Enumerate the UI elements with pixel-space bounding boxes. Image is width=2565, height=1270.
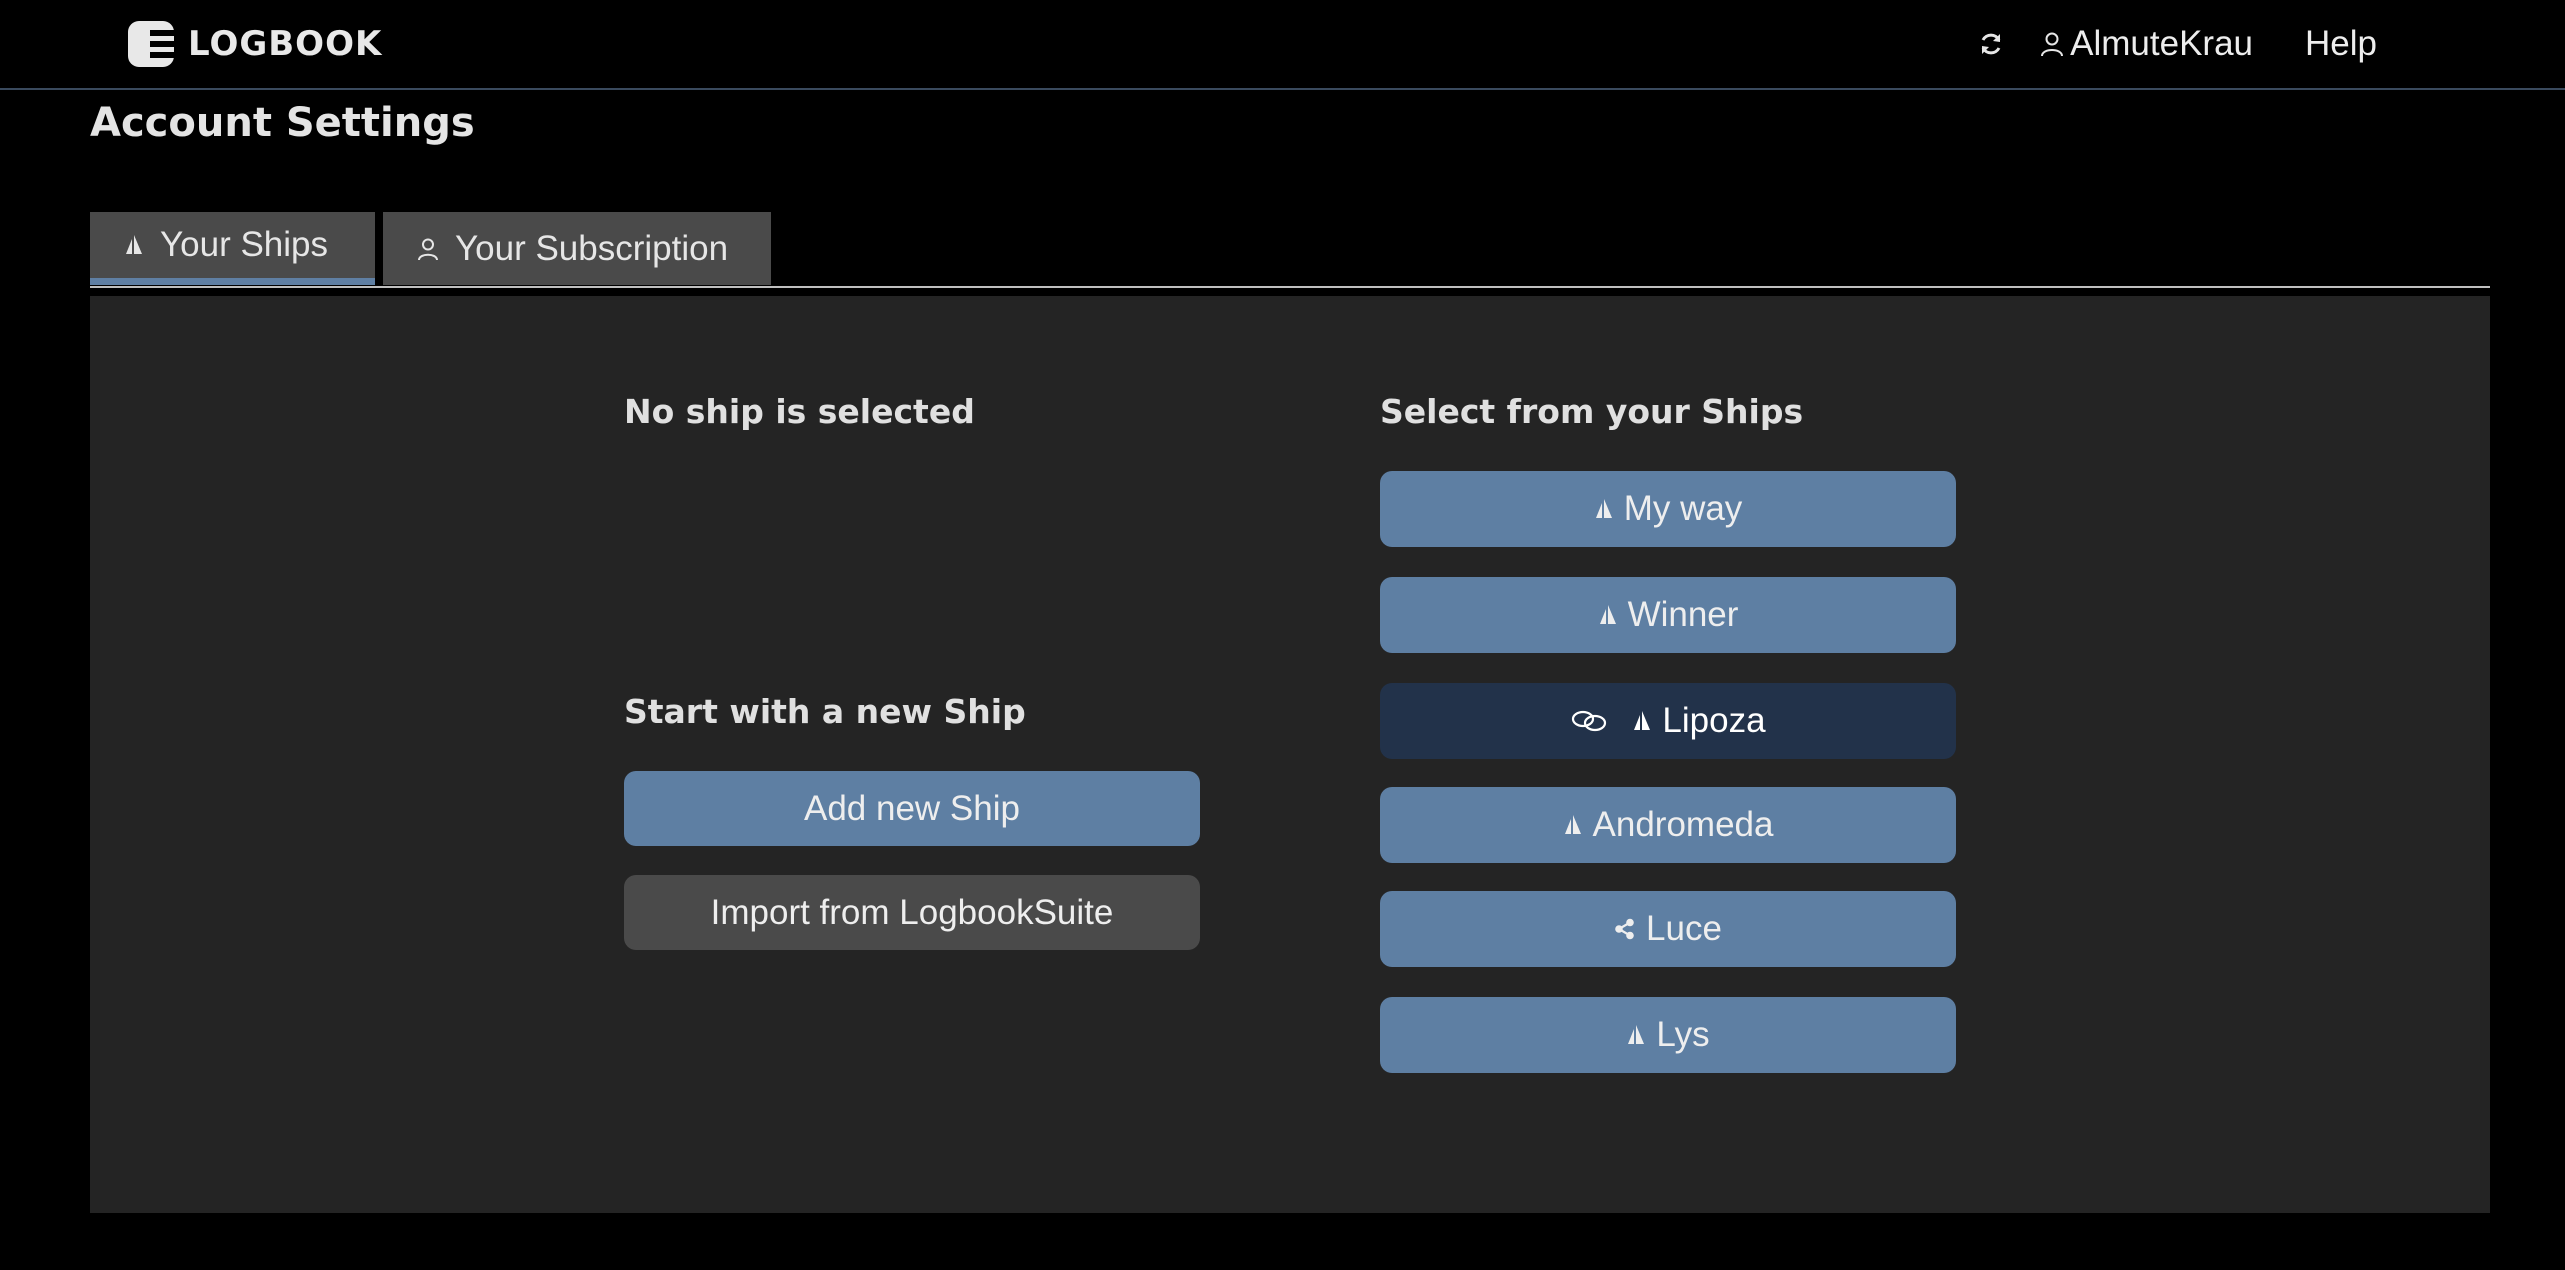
tab-your-subscription[interactable]: Your Subscription: [383, 212, 771, 285]
settings-tabs: Your Ships Your Subscription: [90, 212, 2490, 288]
add-new-ship-button[interactable]: Add new Ship: [624, 771, 1200, 846]
refresh-button[interactable]: [1974, 27, 2008, 61]
ship-name: Lipoza: [1662, 701, 1766, 740]
tab-label: Your Subscription: [455, 228, 729, 268]
brand[interactable]: LOGBOOK: [128, 18, 382, 70]
top-navbar: LOGBOOK AlmuteKrau Help: [0, 0, 2565, 90]
sail-icon: [126, 235, 142, 254]
sail-icon: [1595, 499, 1612, 518]
tab-your-ships[interactable]: Your Ships: [90, 212, 375, 285]
user-icon: [418, 238, 438, 260]
user-name: AlmuteKrau: [2070, 24, 2254, 63]
ship-button-winner[interactable]: Winner: [1380, 577, 1956, 653]
ship-name: Andromeda: [1592, 805, 1774, 844]
logbook-logo-icon: [128, 21, 174, 67]
ship-name: My way: [1623, 489, 1743, 528]
ship-name: Winner: [1627, 595, 1739, 634]
sail-icon: [1599, 605, 1616, 624]
help-link[interactable]: Help: [2305, 24, 2377, 64]
share-icon: [1615, 918, 1634, 940]
select-ships-heading: Select from your Ships: [1380, 392, 1804, 431]
ship-button-lys[interactable]: Lys: [1380, 997, 1956, 1073]
brand-name: LOGBOOK: [188, 24, 383, 64]
ship-button-luce[interactable]: Luce: [1380, 891, 1956, 967]
no-ship-selected-text: No ship is selected: [624, 392, 975, 431]
sail-icon: [1628, 1025, 1645, 1044]
nav-right: AlmuteKrau Help: [1974, 18, 2377, 70]
ships-panel: No ship is selected Start with a new Shi…: [90, 296, 2490, 1213]
link-icon: [1572, 710, 1607, 732]
sail-icon: [1634, 711, 1651, 730]
user-menu[interactable]: AlmuteKrau: [2040, 24, 2253, 64]
refresh-icon: [1981, 33, 2001, 55]
tab-label: Your Ships: [160, 225, 328, 264]
new-ship-heading: Start with a new Ship: [624, 692, 1026, 731]
ship-name: Lys: [1656, 1015, 1710, 1054]
ship-button-andromeda[interactable]: Andromeda: [1380, 787, 1956, 863]
ship-button-my-way[interactable]: My way: [1380, 471, 1956, 547]
ship-name: Luce: [1646, 909, 1722, 948]
ship-button-lipoza[interactable]: Lipoza: [1380, 683, 1956, 759]
user-icon: [2041, 32, 2064, 57]
sail-icon: [1564, 815, 1581, 834]
page-title: Account Settings: [90, 100, 475, 146]
import-logbooksuite-button[interactable]: Import from LogbookSuite: [624, 875, 1200, 950]
